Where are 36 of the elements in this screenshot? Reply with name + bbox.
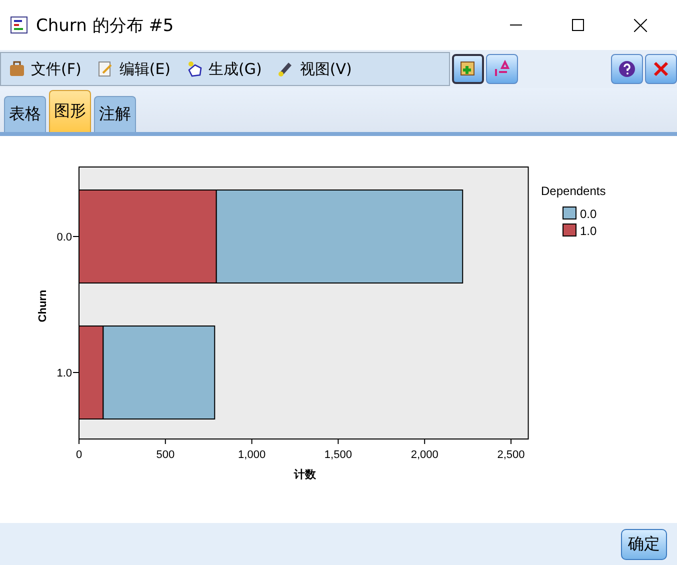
close-icon [652,60,670,78]
menu-item[interactable]: 视图(V) [270,54,360,84]
flashlight-icon [278,61,294,77]
menu-item[interactable]: 生成(G) [178,54,270,84]
tick-label: 2,000 [410,449,438,461]
tab[interactable]: 注解 [94,96,136,132]
category-label: 0.0 [56,232,72,244]
briefcase-icon [9,61,25,77]
axis-title: Churn [37,290,49,322]
legend-label: 0.0 [580,207,597,221]
tick-label: 0 [76,449,82,461]
close-button[interactable] [645,54,677,84]
help-icon [618,60,636,78]
toolbar-button[interactable] [452,54,484,84]
close-icon[interactable] [634,18,647,32]
category-label: 1.0 [56,368,72,380]
tab[interactable]: 图形 [49,90,91,132]
tab[interactable]: 表格 [4,96,46,132]
maximize-icon[interactable] [572,19,584,31]
ok-button[interactable]: 确定 [621,528,667,560]
tick-label: 500 [156,449,175,461]
legend-label: 1.0 [580,224,597,238]
window-title: Churn 的分布 #5 [36,14,174,36]
hexagon-icon [186,61,203,77]
tick-label: 2,500 [497,449,525,461]
sort-icon [493,60,511,78]
menu-item[interactable]: 文件(F) [1,54,90,84]
add-icon [459,60,477,78]
chart-icon [10,16,28,34]
tick-label: 1,000 [238,449,266,461]
notepad-icon [97,61,114,77]
legend-title: Dependents [541,184,606,198]
tick-label: 1,500 [324,449,352,461]
help-button[interactable] [611,54,643,84]
menu-item[interactable]: 编辑(E) [89,54,179,84]
axis-title: 计数 [294,469,316,481]
